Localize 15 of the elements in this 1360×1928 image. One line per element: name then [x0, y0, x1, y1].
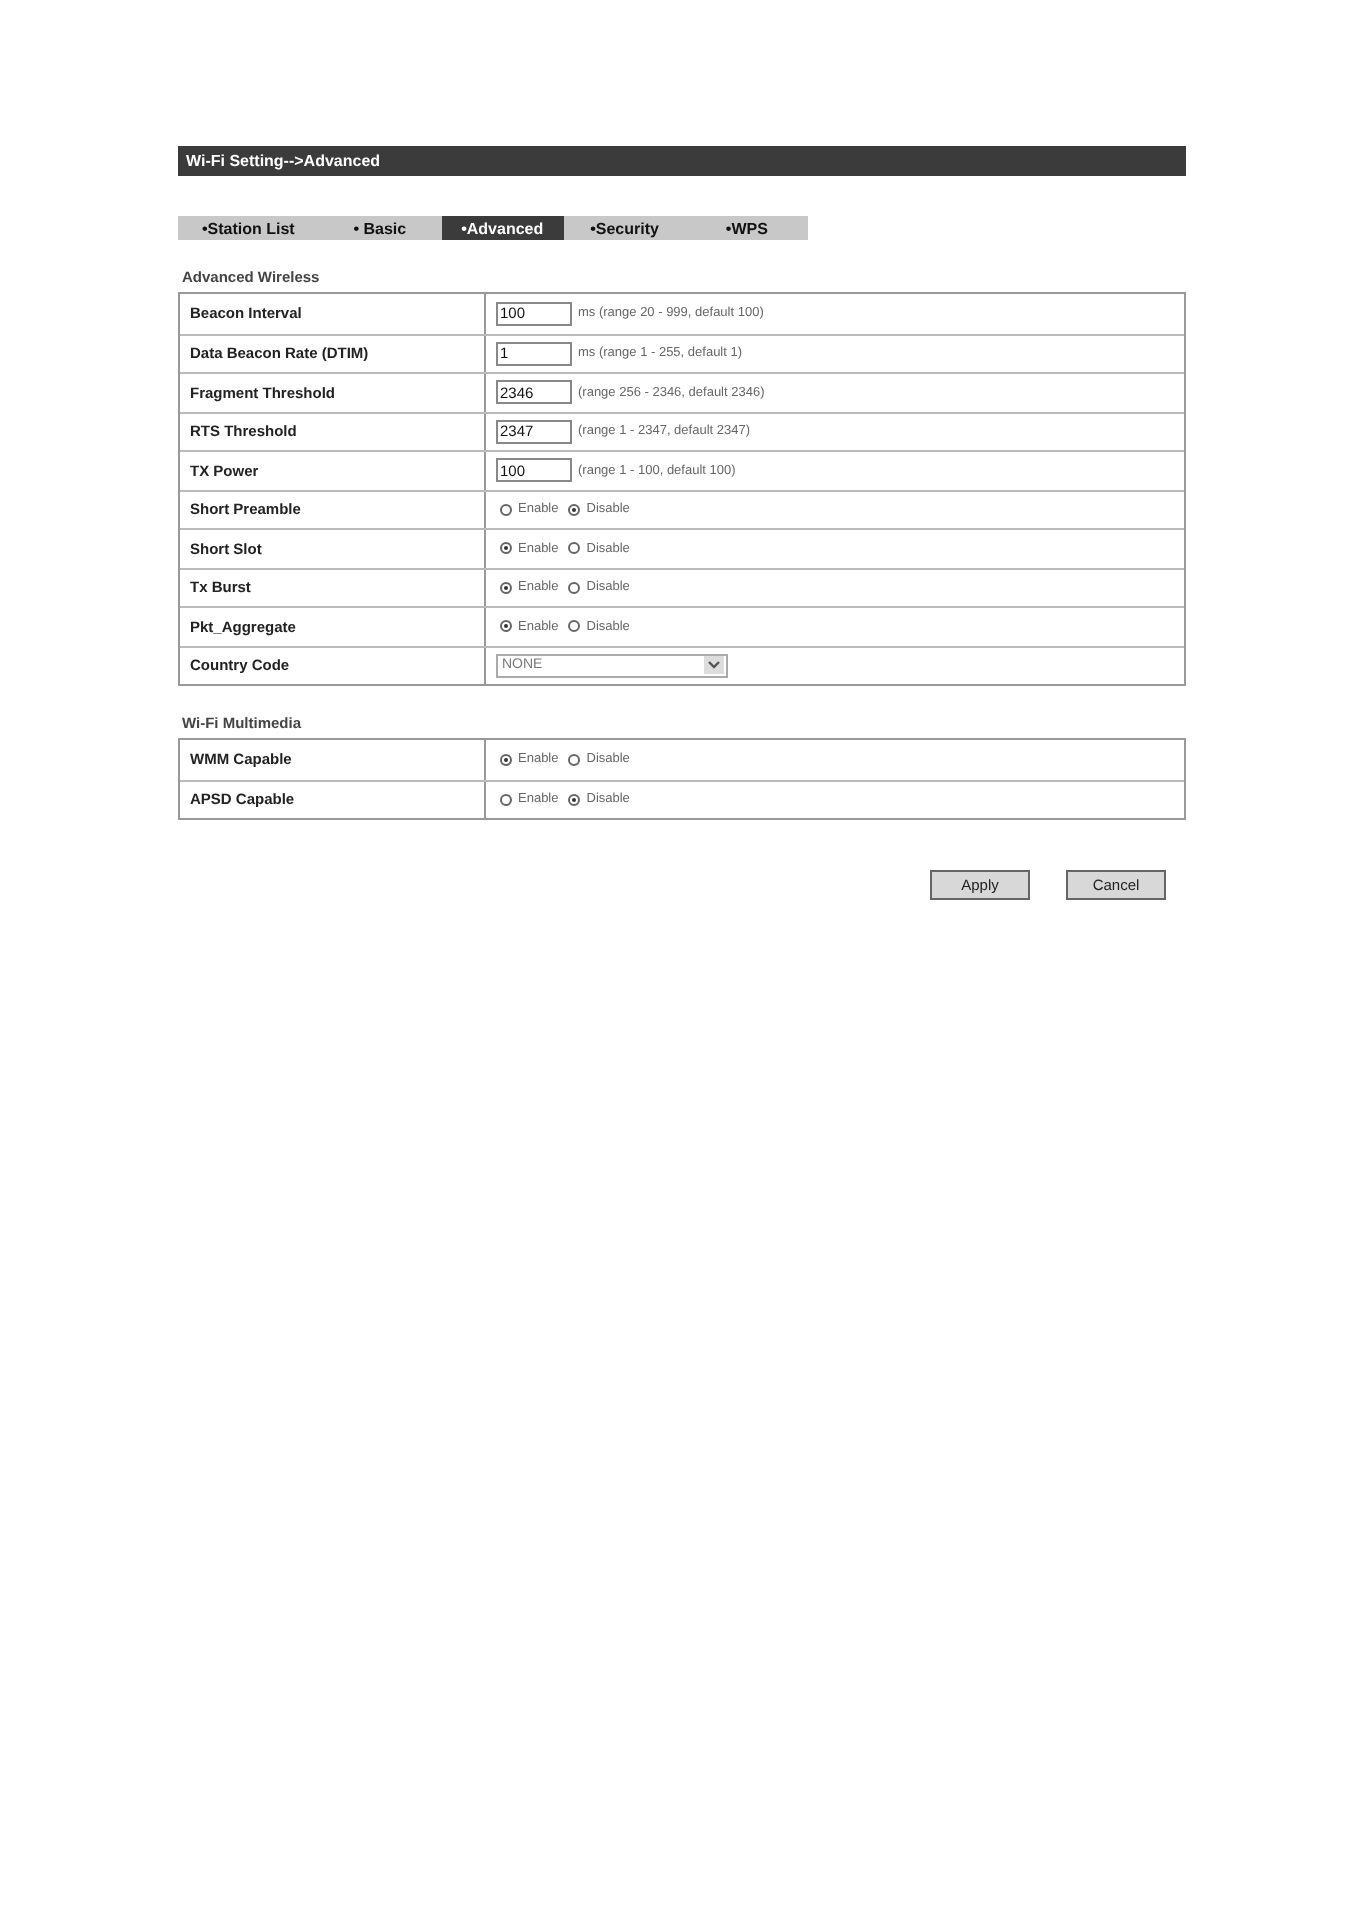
radio-circle[interactable]: [500, 620, 512, 633]
radio-circle[interactable]: [500, 503, 512, 516]
radio-circle[interactable]: [568, 581, 581, 594]
caret-icon: [704, 656, 724, 675]
radio-circle[interactable]: [568, 620, 581, 633]
radio-circle[interactable]: [500, 542, 512, 555]
radio-circle[interactable]: [500, 753, 512, 766]
radio-circle[interactable]: [500, 581, 512, 594]
radio-circle[interactable]: [568, 542, 581, 555]
radio-circle[interactable]: [568, 793, 581, 806]
radio-circle[interactable]: [568, 503, 581, 516]
title-bar: Wi-Fi Setting-->Advanced: [178, 146, 1186, 176]
tab[interactable]: •Advanced: [441, 216, 564, 240]
radio-circle[interactable]: [568, 753, 581, 766]
radio-circle[interactable]: [500, 793, 512, 806]
